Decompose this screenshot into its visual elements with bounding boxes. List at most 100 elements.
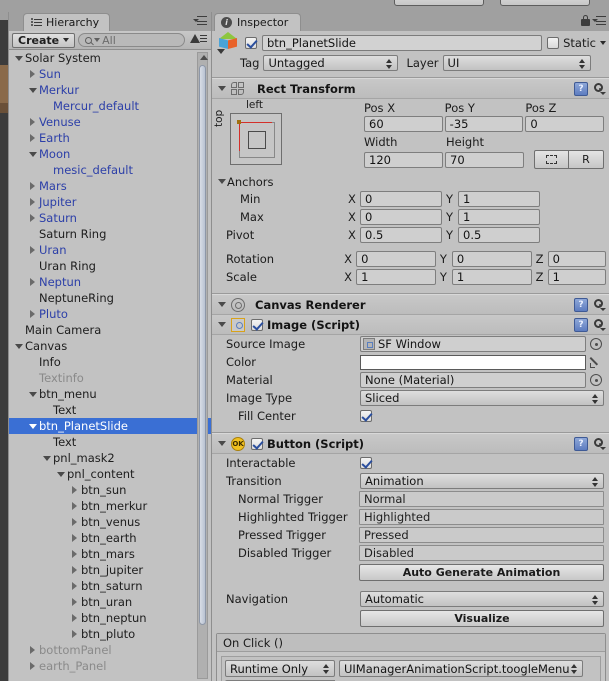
hierarchy-item-mesic-default[interactable]: mesic_default — [9, 162, 211, 178]
navigation-dropdown[interactable]: Automatic — [360, 591, 604, 607]
rotation-x-input[interactable]: 0 — [356, 251, 436, 267]
blueprint-mode-button[interactable] — [534, 150, 569, 169]
hierarchy-scroll-thumb[interactable] — [199, 65, 206, 625]
color-swatch[interactable] — [360, 354, 586, 370]
help-icon[interactable]: ? — [574, 437, 588, 451]
hierarchy-item-textinfo[interactable]: Textinfo — [9, 370, 211, 386]
chevron-right-icon[interactable] — [69, 502, 80, 510]
pivot-y-input[interactable]: 0.5 — [458, 227, 540, 243]
chevron-down-icon[interactable] — [27, 151, 38, 157]
anchors-foldout[interactable] — [216, 179, 227, 184]
hierarchy-item-btn-venus[interactable]: btn_venus — [9, 514, 211, 530]
rect-transform-foldout[interactable] — [216, 86, 227, 91]
hierarchy-scrollbar[interactable] — [197, 52, 208, 679]
chevron-down-icon[interactable] — [55, 471, 66, 477]
hierarchy-item-mars[interactable]: Mars — [9, 178, 211, 194]
gear-icon[interactable] — [592, 82, 606, 96]
component-header-image-script[interactable]: Image (Script) ? — [212, 315, 609, 335]
hierarchy-item-text[interactable]: Text — [9, 434, 211, 450]
material-picker-icon[interactable] — [590, 374, 602, 386]
layer-dropdown[interactable]: UI — [442, 55, 591, 71]
help-icon[interactable]: ? — [574, 298, 588, 312]
tag-dropdown[interactable]: Untagged — [263, 55, 399, 71]
hierarchy-item-saturn[interactable]: Saturn — [9, 210, 211, 226]
hierarchy-item-uran[interactable]: Uran — [9, 242, 211, 258]
chevron-right-icon[interactable] — [69, 582, 80, 590]
canvas-renderer-foldout[interactable] — [216, 302, 227, 307]
hierarchy-item-jupiter[interactable]: Jupiter — [9, 194, 211, 210]
chevron-right-icon[interactable] — [27, 182, 38, 190]
hierarchy-item-earth-panel[interactable]: earth_Panel — [9, 658, 211, 674]
chevron-right-icon[interactable] — [27, 246, 38, 254]
hierarchy-search-input[interactable]: All — [78, 33, 185, 47]
hierarchy-item-btn-mars[interactable]: btn_mars — [9, 546, 211, 562]
sortable-hierarchy-icon[interactable] — [188, 32, 208, 48]
anchor-preset-widget[interactable] — [230, 113, 282, 165]
tab-inspector[interactable]: i Inspector — [214, 13, 302, 31]
chevron-down-icon[interactable] — [27, 391, 38, 397]
hierarchy-item-bottompanel[interactable]: bottomPanel — [9, 642, 211, 658]
help-icon[interactable]: ? — [574, 318, 588, 332]
hierarchy-item-merkur[interactable]: Merkur — [9, 82, 211, 98]
hierarchy-item-moon[interactable]: Moon — [9, 146, 211, 162]
visualize-button[interactable]: Visualize — [360, 609, 604, 627]
pos-y-input[interactable]: -35 — [444, 116, 524, 132]
button-enabled-checkbox[interactable] — [251, 437, 263, 450]
gameobject-cube-icon[interactable] — [216, 32, 240, 54]
component-header-rect-transform[interactable]: Rect Transform ? — [212, 79, 609, 99]
width-input[interactable]: 120 — [364, 151, 443, 168]
hierarchy-item-btn-menu[interactable]: btn_menu — [9, 386, 211, 402]
chevron-down-icon[interactable] — [27, 423, 38, 429]
static-chevron-down-icon[interactable] — [600, 41, 606, 45]
chevron-down-icon[interactable] — [13, 343, 24, 349]
hierarchy-item-btn-planetslide[interactable]: btn_PlanetSlide — [9, 418, 211, 434]
source-image-field[interactable]: SF Window — [360, 336, 586, 352]
height-input[interactable]: 70 — [445, 151, 524, 168]
chevron-right-icon[interactable] — [27, 278, 38, 286]
image-type-dropdown[interactable]: Sliced — [360, 390, 604, 406]
chevron-right-icon[interactable] — [69, 614, 80, 622]
hierarchy-item-earth[interactable]: Earth — [9, 130, 211, 146]
disabled-trigger-input[interactable]: Disabled — [359, 545, 604, 561]
rotation-y-input[interactable]: 0 — [451, 251, 532, 267]
hierarchy-item-info[interactable]: Info — [9, 354, 211, 370]
toolbar-ghost-button-1[interactable] — [394, 0, 484, 6]
hierarchy-item-uran-ring[interactable]: Uran Ring — [9, 258, 211, 274]
gear-icon[interactable] — [592, 437, 606, 451]
hierarchy-item-btn-saturn[interactable]: btn_saturn — [9, 578, 211, 594]
anchor-max-y-input[interactable]: 1 — [458, 209, 540, 225]
anchors-foldout-row[interactable]: Anchors — [212, 173, 609, 190]
hierarchy-item-sun[interactable]: Sun — [9, 66, 211, 82]
chevron-down-icon[interactable] — [27, 87, 38, 93]
source-image-picker-icon[interactable] — [590, 338, 602, 350]
chevron-right-icon[interactable] — [69, 518, 80, 526]
hierarchy-item-mercur-default[interactable]: Mercur_default — [9, 98, 211, 114]
lock-icon[interactable] — [581, 15, 590, 26]
gameobject-name-input[interactable]: btn_PlanetSlide — [262, 35, 543, 51]
create-button[interactable]: Create — [12, 32, 76, 48]
scale-x-input[interactable]: 1 — [356, 269, 436, 285]
hierarchy-item-pnl-mask2[interactable]: pnl_mask2 — [9, 450, 211, 466]
gameobject-enabled-checkbox[interactable] — [245, 37, 257, 49]
static-toggle[interactable]: Static — [547, 36, 606, 50]
anchor-min-x-input[interactable]: 0 — [360, 191, 442, 207]
chevron-down-icon[interactable] — [13, 55, 24, 61]
on-click-mode-dropdown[interactable]: Runtime Only — [225, 660, 335, 677]
on-click-function-dropdown[interactable]: UIManagerAnimationScript.toogleMenu — [339, 660, 583, 677]
hierarchy-item-neptun[interactable]: Neptun — [9, 274, 211, 290]
anchor-max-x-input[interactable]: 0 — [360, 209, 442, 225]
anchor-min-y-input[interactable]: 1 — [458, 191, 540, 207]
chevron-right-icon[interactable] — [27, 198, 38, 206]
raw-edit-button[interactable]: R — [569, 150, 604, 169]
image-script-foldout[interactable] — [216, 322, 227, 327]
image-enabled-checkbox[interactable] — [251, 318, 263, 331]
pivot-x-input[interactable]: 0.5 — [360, 227, 442, 243]
chevron-right-icon[interactable] — [69, 566, 80, 574]
pos-z-input[interactable]: 0 — [525, 116, 605, 132]
toolbar-ghost-button-2[interactable] — [500, 0, 590, 6]
component-header-button-script[interactable]: OK Button (Script) ? — [212, 434, 609, 454]
scale-z-input[interactable]: 1 — [547, 269, 606, 285]
gear-icon[interactable] — [592, 318, 606, 332]
chevron-right-icon[interactable] — [27, 70, 38, 78]
chevron-right-icon[interactable] — [69, 598, 80, 606]
